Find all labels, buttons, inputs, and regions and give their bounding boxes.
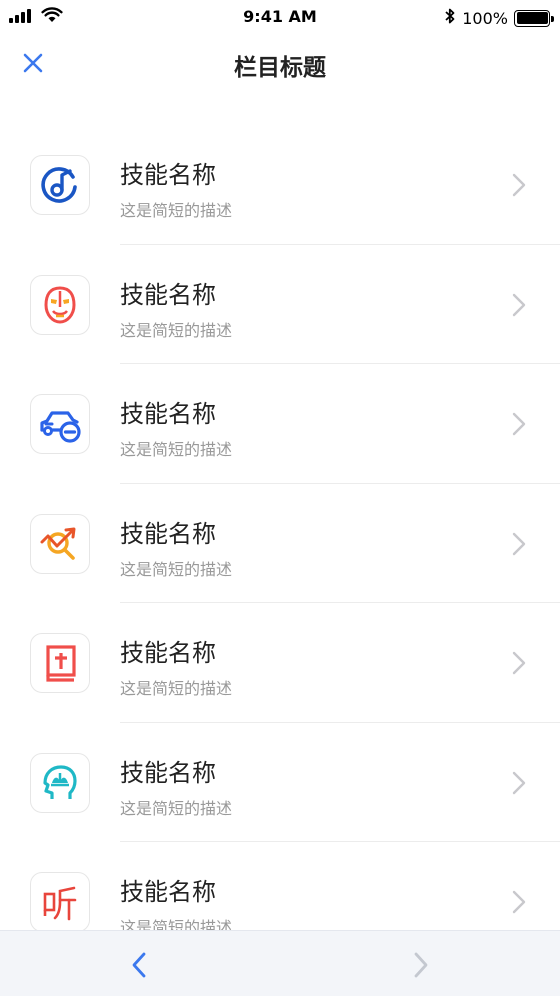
skill-title: 技能名称 [120, 878, 216, 906]
nav-bar: 栏目标题 [0, 34, 560, 94]
list-item[interactable]: 技能名称 这是简短的描述 [0, 603, 560, 723]
opera-mask-icon [44, 285, 76, 324]
trend-magnifier-icon [40, 527, 76, 560]
skill-title: 技能名称 [120, 639, 216, 667]
music-note-c-icon [41, 167, 77, 203]
back-button[interactable] [122, 948, 156, 982]
skill-list: 技能名称 这是简短的描述 技能名称 这是简短的描述 技能名称 这是简短的描述 技… [0, 125, 560, 930]
skill-icon-box [30, 872, 90, 930]
bottom-toolbar [0, 930, 560, 996]
battery-percent: 100% [462, 8, 508, 28]
chevron-right-icon [512, 412, 526, 436]
skill-icon-box [30, 513, 90, 574]
chevron-left-icon [132, 952, 146, 978]
list-item[interactable]: 技能名称 这是简短的描述 [0, 484, 560, 603]
chevron-right-icon [414, 952, 428, 978]
skill-icon-box [30, 394, 90, 454]
page-title: 栏目标题 [234, 55, 326, 81]
skill-icon-box [30, 752, 90, 813]
chevron-right-icon [512, 173, 526, 197]
forward-button[interactable] [404, 948, 438, 982]
list-item[interactable]: 技能名称 这是简短的描述 [0, 723, 560, 842]
chevron-right-icon [512, 771, 526, 794]
list-item[interactable]: 技能名称 这是简短的描述 [0, 364, 560, 484]
skill-icon-box [30, 155, 90, 215]
list-item[interactable]: 技能名称 这是简短的描述 [0, 842, 560, 930]
status-right: 100% [444, 7, 554, 29]
skill-icon-box [30, 274, 90, 335]
skill-description: 这是简短的描述 [120, 918, 233, 930]
list-item[interactable]: 技能名称 这是简短的描述 [0, 125, 560, 245]
ting-listen-icon [43, 886, 77, 921]
skill-title: 技能名称 [120, 161, 216, 189]
chevron-right-icon [512, 532, 526, 555]
skill-description: 这是简短的描述 [120, 320, 233, 340]
skill-title: 技能名称 [120, 519, 216, 548]
skill-title: 技能名称 [120, 400, 216, 428]
chevron-right-icon [512, 890, 526, 914]
status-bar: 9:41 AM 100% [0, 0, 560, 34]
chevron-right-icon [512, 293, 526, 316]
skill-icon-box [30, 633, 90, 693]
skill-description: 这是简短的描述 [120, 798, 233, 818]
skill-description: 这是简短的描述 [120, 559, 233, 579]
skill-title: 技能名称 [120, 280, 216, 309]
bible-book-icon [46, 645, 76, 682]
car-minus-icon [40, 411, 81, 443]
bluetooth-icon [444, 7, 456, 29]
skill-title: 技能名称 [120, 758, 216, 787]
head-lotus-icon [43, 764, 77, 799]
skill-description: 这是简短的描述 [120, 679, 233, 698]
battery-icon [514, 9, 554, 27]
skill-description: 这是简短的描述 [120, 440, 233, 459]
chevron-right-icon [512, 651, 526, 675]
skill-description: 这是简短的描述 [120, 201, 233, 220]
list-item[interactable]: 技能名称 这是简短的描述 [0, 245, 560, 364]
